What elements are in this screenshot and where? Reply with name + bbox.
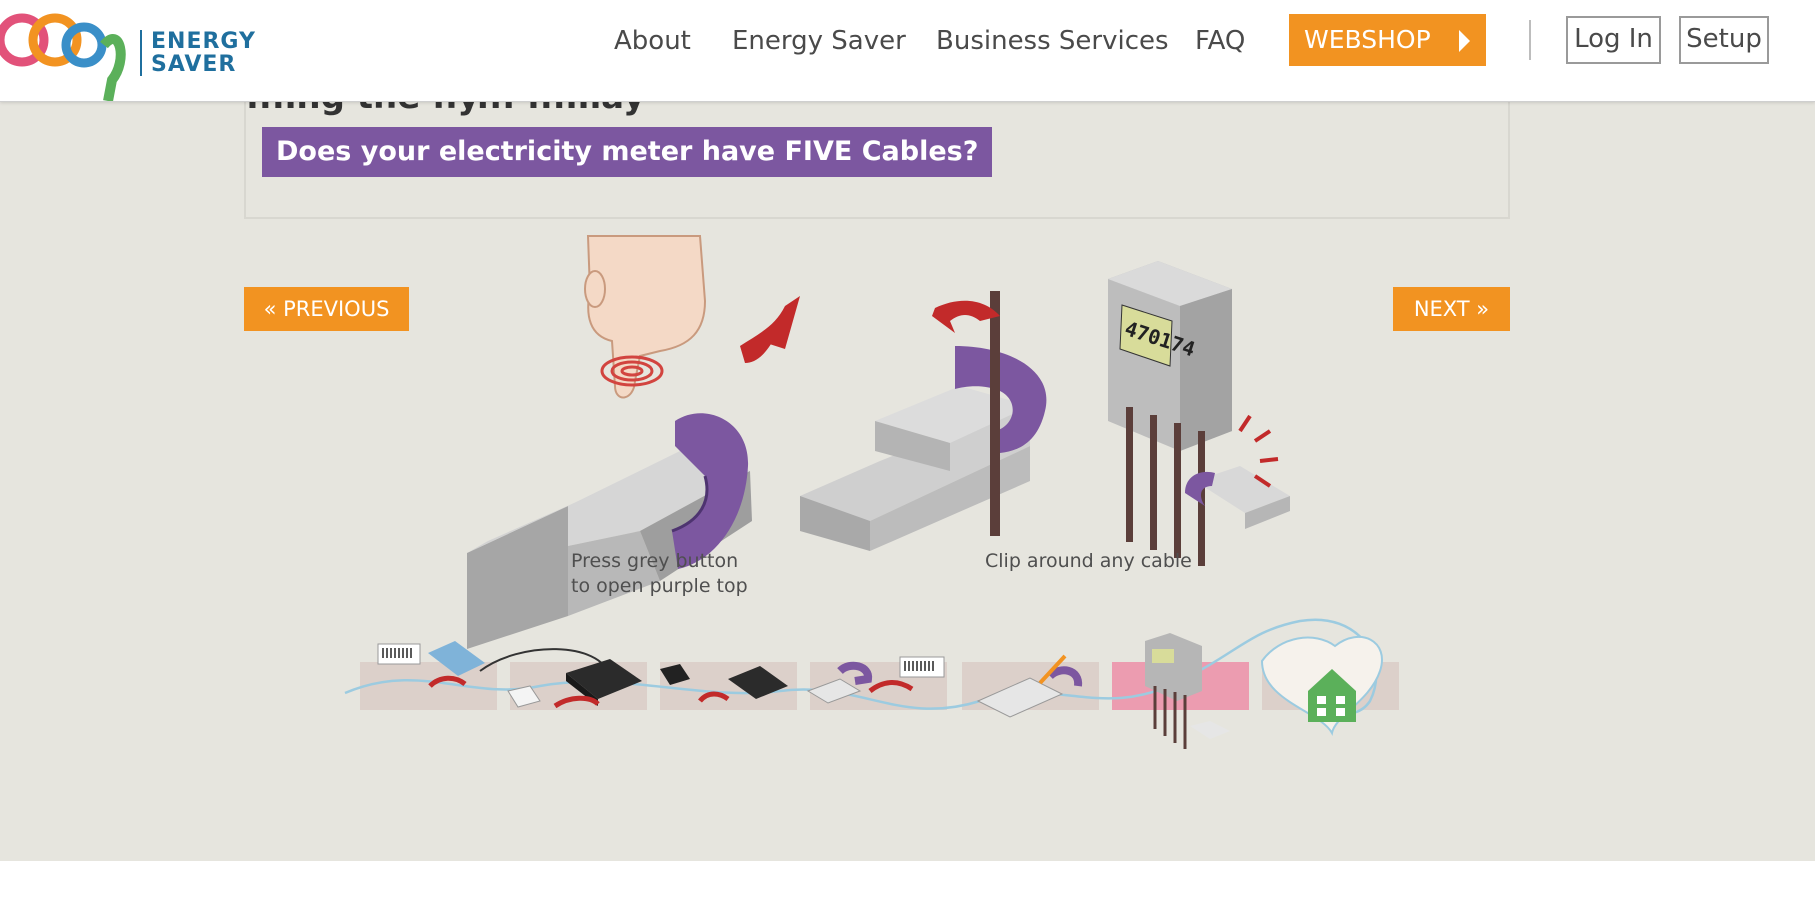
open-clamp-illustration [800, 291, 1047, 551]
clip-caption: Clip around any cable [985, 550, 1192, 572]
installation-illustration: 470174 [344, 235, 1399, 749]
setup-button[interactable]: Setup [1679, 16, 1769, 64]
nav-energy-saver[interactable]: Energy Saver [732, 26, 906, 56]
clamp-caption: Press grey button to open purple top [571, 550, 748, 597]
site-header: ENERGY SAVER About Energy Saver Business… [0, 0, 1815, 102]
nav-about[interactable]: About [614, 26, 691, 56]
login-button[interactable]: Log In [1566, 16, 1661, 64]
logo-loops-icon [0, 13, 126, 102]
clamp-device-illustration [467, 413, 752, 649]
nav-separator [1529, 20, 1531, 60]
electricity-meter-illustration: 470174 [1108, 261, 1290, 566]
setup-steps-strip [344, 618, 1399, 749]
footer-area [0, 861, 1815, 900]
nav-faq[interactable]: FAQ [1195, 26, 1245, 56]
play-arrow-icon [1459, 30, 1470, 52]
webshop-button[interactable]: WEBSHOP [1289, 14, 1486, 66]
nav-business-services[interactable]: Business Services [936, 26, 1169, 56]
logo-wordmark: ENERGY SAVER [140, 30, 256, 76]
rotate-arrow-icon [932, 300, 1000, 333]
webshop-label: WEBSHOP [1304, 25, 1431, 54]
energy-saver-logo[interactable]: ENERGY SAVER [0, 0, 255, 102]
open-arrow-icon [740, 296, 800, 363]
